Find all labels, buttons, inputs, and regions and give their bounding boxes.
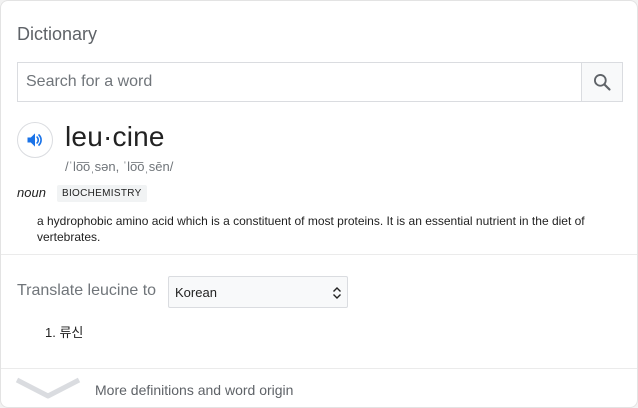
headword: leu·cine [65,121,165,152]
dictionary-title: Dictionary [17,24,98,44]
speaker-icon [27,133,42,147]
more-definitions-link[interactable]: More definitions and word origin [1,369,637,407]
search-icon [594,74,611,91]
definition-text: a hydrophobic amino acid which is a cons… [37,214,585,244]
search-bar [17,62,623,102]
subject-label: BIOCHEMISTRY [57,185,147,202]
select-arrows-icon [333,287,341,299]
phonetic-spelling: /ˈlo͞oˌsən, ˈlo͞oˌsēn/ [65,159,174,174]
more-definitions-text: More definitions and word origin [95,382,294,398]
pronunciation-audio-button[interactable] [17,122,53,158]
translation-list: 1. 류신 [45,322,83,341]
search-button[interactable] [581,63,622,101]
search-input[interactable] [18,63,581,101]
translate-label: Translate leucine to [17,282,157,299]
part-of-speech: noun [17,185,46,200]
chevron-down-icon [15,377,81,399]
dictionary-card: Dictionary leu·cine /ˈlo͞oˌsən, ˈlo͞oˌsē… [0,0,638,408]
language-select[interactable]: Korean [168,276,348,308]
translation-item: 1. 류신 [45,325,84,340]
divider [1,254,637,255]
selected-language: Korean [175,284,217,300]
